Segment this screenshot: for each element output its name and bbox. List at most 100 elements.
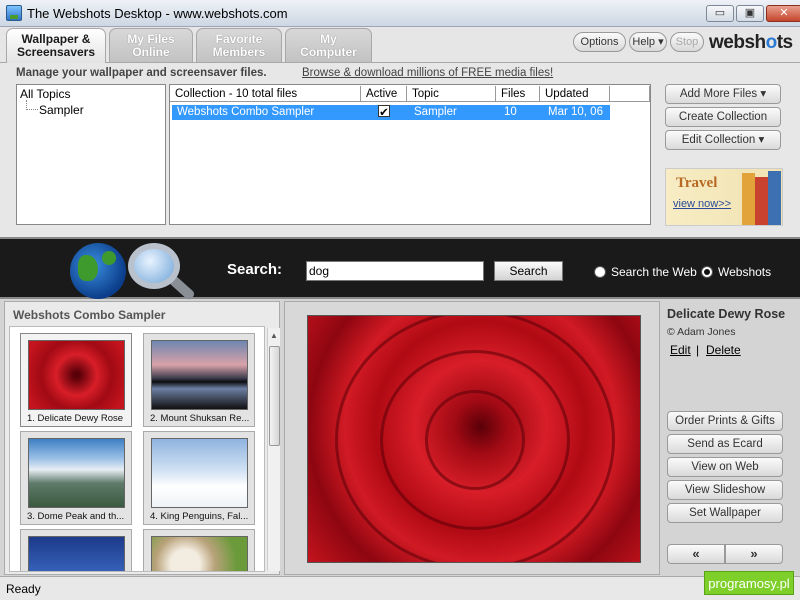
image-author: © Adam Jones (667, 326, 736, 338)
tab-my-computer[interactable]: My Computer (285, 28, 372, 62)
thumbnail-caption: 2. Mount Shuksan Re... (150, 413, 250, 424)
tab-label-line2: Screensavers (16, 45, 96, 59)
thumbnail-caption: 4. King Penguins, Fal... (150, 511, 249, 522)
thumbnail-item[interactable]: 2. Mount Shuksan Re... (143, 333, 255, 427)
browse-link[interactable]: Browse & download millions of FREE media… (302, 67, 553, 79)
ad-link-arrows: >> (718, 198, 732, 210)
thumbnail-item[interactable]: 4. King Penguins, Fal... (143, 431, 255, 525)
delete-link[interactable]: Delete (706, 343, 741, 357)
maximize-button[interactable]: ▣ (736, 5, 764, 22)
petal-ring (335, 316, 615, 562)
search-button[interactable]: Search (494, 261, 563, 281)
thumbnail-caption: 3. Dome Peak and th... (27, 511, 125, 522)
stop-button[interactable]: Stop (670, 32, 704, 52)
tab-label-line2: Members (212, 45, 266, 59)
view-on-web-button[interactable]: View on Web (667, 457, 783, 477)
help-menu-button[interactable]: Help ▾ (629, 32, 667, 52)
edit-collection-button[interactable]: Edit Collection ▾ (665, 130, 781, 150)
thumbnail-item[interactable] (20, 529, 132, 571)
window-title: The Webshots Desktop - www.webshots.com (27, 6, 288, 21)
order-prints-button[interactable]: Order Prints & Gifts (667, 411, 783, 431)
add-more-files-button[interactable]: Add More Files ▾ (665, 84, 781, 104)
search-web-radio[interactable] (594, 266, 606, 278)
tree-connector (26, 100, 38, 110)
house-image (742, 173, 755, 225)
thumbnail-image-dome-peak (28, 438, 125, 508)
logo-part: websh (709, 32, 766, 53)
scroll-up-arrow-icon[interactable]: ▲ (270, 331, 278, 340)
set-wallpaper-button[interactable]: Set Wallpaper (667, 503, 783, 523)
thumbnail-item[interactable] (143, 529, 255, 571)
column-header-files[interactable]: Files (496, 86, 540, 102)
search-bar: Search: Search Search the Web Webshots (0, 237, 800, 302)
manage-section: Manage your wallpaper and screensaver fi… (0, 63, 800, 237)
thumbnail-grid: 1. Delicate Dewy Rose 2. Mount Shuksan R… (9, 326, 265, 572)
table-row[interactable]: Webshots Combo Sampler ✔ Sampler 10 Mar … (172, 105, 610, 120)
status-text: Ready (6, 582, 41, 596)
create-collection-button[interactable]: Create Collection (665, 107, 781, 127)
globe-land (78, 255, 98, 281)
thumbnail-item[interactable]: 3. Dome Peak and th... (20, 431, 132, 525)
column-header-topic[interactable]: Topic (407, 86, 496, 102)
thumbnail-item[interactable]: 1. Delicate Dewy Rose (20, 333, 132, 427)
previous-button[interactable]: « (667, 544, 725, 564)
cell-topic: Sampler (414, 106, 457, 118)
watermark-badge: programosy.pl (704, 571, 794, 595)
close-button[interactable]: ✕ (766, 5, 800, 22)
thumbnail-scrollbar[interactable]: ▲ (267, 328, 280, 571)
column-header-active[interactable]: Active (361, 86, 407, 102)
scrollbar-thumb[interactable] (269, 346, 280, 446)
tab-favorite-members[interactable]: Favorite Members (196, 28, 282, 62)
search-web-label[interactable]: Search the Web (611, 265, 697, 279)
logo-part: ts (776, 32, 793, 53)
tree-item-sampler[interactable]: Sampler (39, 103, 84, 117)
column-header-collection[interactable]: Collection - 10 total files (170, 86, 361, 102)
collection-table: Collection - 10 total files Active Topic… (169, 84, 651, 225)
window-title-url: www.webshots.com (173, 6, 288, 21)
tab-strip: Wallpaper & Screensavers My Files Online… (0, 27, 800, 64)
cell-files: 10 (504, 106, 517, 118)
edit-link[interactable]: Edit (670, 343, 691, 357)
preview-panel (284, 301, 660, 575)
column-header-updated[interactable]: Updated (540, 86, 610, 102)
options-button[interactable]: Options (573, 32, 626, 52)
minimize-button[interactable]: ▭ (706, 5, 734, 22)
house-image (755, 177, 768, 225)
tab-label-line2: Computer (300, 45, 357, 59)
thumbnail-caption: 1. Delicate Dewy Rose (27, 413, 124, 424)
thumbnail-image-lake (28, 536, 125, 571)
travel-ad-banner[interactable]: Travel view now>> (665, 168, 783, 226)
house-image (768, 171, 781, 225)
next-button[interactable]: » (725, 544, 783, 564)
column-header-filler (610, 86, 650, 102)
title-bar: The Webshots Desktop - www.webshots.com … (0, 0, 800, 27)
ad-view-now-link[interactable]: view now>> (673, 198, 731, 210)
thumbnail-image-kittens (151, 536, 248, 571)
tree-item-all-topics[interactable]: All Topics (20, 87, 70, 101)
preview-image-rose[interactable] (307, 315, 641, 563)
view-slideshow-button[interactable]: View Slideshow (667, 480, 783, 500)
active-checkbox[interactable]: ✔ (378, 105, 390, 119)
send-ecard-button[interactable]: Send as Ecard (667, 434, 783, 454)
globe-land (102, 251, 116, 265)
manage-heading: Manage your wallpaper and screensaver fi… (16, 67, 267, 79)
cell-collection: Webshots Combo Sampler (177, 106, 315, 118)
thumbnail-image-mountain (151, 340, 248, 410)
search-webshots-radio[interactable] (701, 266, 713, 278)
topic-tree[interactable]: All Topics Sampler (16, 84, 166, 225)
search-input[interactable] (306, 261, 484, 281)
logo-o: o (765, 32, 778, 53)
tab-label-line2: Online (132, 45, 170, 59)
panel-title: Webshots Combo Sampler (13, 308, 166, 322)
ad-title: Travel (676, 175, 718, 191)
tab-wallpaper-screensavers[interactable]: Wallpaper & Screensavers (6, 28, 106, 64)
link-separator: | (696, 343, 700, 357)
search-webshots-label[interactable]: Webshots (718, 265, 771, 279)
search-label: Search: (227, 261, 283, 278)
thumbnail-image-penguins (151, 438, 248, 508)
magnifier-icon (128, 243, 180, 289)
window-title-text: The Webshots Desktop (27, 6, 162, 21)
tab-my-files-online[interactable]: My Files Online (109, 28, 193, 62)
ad-link-text: view now (673, 198, 719, 210)
status-bar: Ready (0, 576, 800, 600)
